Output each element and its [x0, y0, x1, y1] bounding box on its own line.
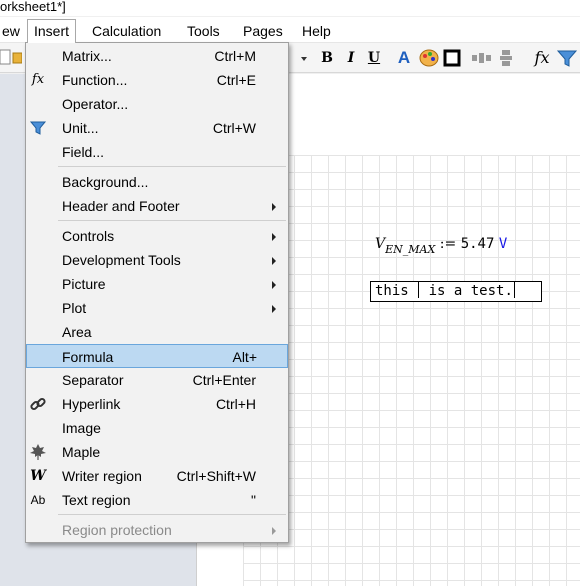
- insert-menu: Matrix... Ctrl+M fx Function... Ctrl+E O…: [25, 42, 289, 543]
- menu-help[interactable]: Help: [296, 20, 337, 42]
- page-icon[interactable]: [0, 48, 12, 68]
- menu-tools[interactable]: Tools: [181, 20, 226, 42]
- align-vertical-icon[interactable]: [496, 48, 516, 68]
- menu-item-shortcut: Ctrl+Enter: [192, 372, 256, 388]
- menu-item-shortcut: Ctrl+Shift+W: [176, 468, 256, 484]
- insert-function-button[interactable]: fx: [530, 48, 554, 68]
- unit-funnel-icon[interactable]: [556, 48, 578, 68]
- menu-separator: [58, 514, 286, 515]
- menu-item-plot[interactable]: Plot: [26, 296, 288, 320]
- menu-item-label: Operator...: [62, 96, 129, 112]
- menu-item-shortcut: ": [251, 492, 256, 508]
- folder-icon[interactable]: [12, 48, 23, 68]
- menu-item-label: Area: [62, 324, 92, 340]
- menu-separator: [58, 166, 286, 167]
- menu-item-label: Background...: [62, 174, 149, 190]
- menu-item-function[interactable]: fx Function... Ctrl+E: [26, 68, 288, 92]
- text-region-before: this: [375, 283, 418, 299]
- formula-variable: V: [375, 236, 386, 252]
- formula-unit: V: [498, 236, 508, 252]
- submenu-arrow-icon: [272, 257, 276, 265]
- formula-value: 5.47: [460, 236, 495, 252]
- palette-icon[interactable]: [418, 48, 440, 68]
- maple-leaf-icon: [29, 443, 47, 461]
- menu-item-separator[interactable]: Separator Ctrl+Enter: [26, 368, 288, 392]
- menu-item-label: Text region: [62, 492, 131, 508]
- formula-region[interactable]: VEN_MAX := 5.47 V: [375, 236, 508, 256]
- menu-item-label: Controls: [62, 228, 115, 244]
- menu-item-label: Function...: [62, 72, 128, 88]
- text-cursor: [418, 282, 420, 298]
- menu-item-formula[interactable]: Formula Alt+: [26, 344, 288, 368]
- writer-icon: W: [30, 468, 46, 484]
- menu-item-label: Separator: [62, 372, 124, 388]
- submenu-arrow-icon: [272, 527, 276, 535]
- underline-button[interactable]: U: [365, 48, 383, 68]
- menu-item-label: Field...: [62, 144, 105, 160]
- link-icon: [29, 395, 47, 413]
- menu-item-shortcut: Ctrl+W: [212, 120, 256, 136]
- menu-item-label: Writer region: [62, 468, 142, 484]
- menu-item-label: Unit...: [62, 120, 99, 136]
- bold-button[interactable]: B: [318, 48, 336, 68]
- menu-item-area[interactable]: Area: [26, 320, 288, 344]
- dropdown-arrow-icon[interactable]: [298, 48, 310, 68]
- formula-subscript: EN_MAX: [385, 243, 436, 256]
- menu-separator: [58, 220, 286, 221]
- menu-calculation[interactable]: Calculation: [86, 20, 167, 42]
- menu-item-label: Plot: [62, 300, 87, 316]
- menu-item-label: Formula: [62, 349, 114, 365]
- italic-button[interactable]: I: [342, 48, 360, 68]
- submenu-arrow-icon: [272, 203, 276, 211]
- menu-item-writer-region[interactable]: W Writer region Ctrl+Shift+W: [26, 464, 288, 488]
- menu-bar: ew Insert Calculation Tools Pages Help: [0, 17, 580, 43]
- menu-pages[interactable]: Pages: [237, 20, 289, 42]
- menu-item-image[interactable]: Image: [26, 416, 288, 440]
- submenu-arrow-icon: [272, 281, 276, 289]
- menu-item-shortcut: Ctrl+M: [214, 48, 256, 64]
- window-title: orksheet1*]: [0, 0, 580, 16]
- menu-item-hyperlink[interactable]: Hyperlink Ctrl+H: [26, 392, 288, 416]
- submenu-arrow-icon: [272, 233, 276, 241]
- menu-item-text-region[interactable]: Ab Text region ": [26, 488, 288, 512]
- menu-insert[interactable]: Insert: [27, 19, 77, 43]
- menu-item-unit[interactable]: Unit... Ctrl+W: [26, 116, 288, 140]
- menu-view[interactable]: ew: [0, 20, 26, 42]
- menu-item-label: Hyperlink: [62, 396, 121, 412]
- worksheet-grid[interactable]: [243, 155, 580, 586]
- funnel-icon: [29, 119, 47, 137]
- menu-item-shortcut: Alt+: [232, 349, 257, 365]
- menu-item-label: Maple: [62, 444, 101, 460]
- menu-item-controls[interactable]: Controls: [26, 224, 288, 248]
- submenu-arrow-icon: [272, 305, 276, 313]
- menu-item-operator[interactable]: Operator...: [26, 92, 288, 116]
- menu-item-label: Picture: [62, 276, 106, 292]
- function-icon: fx: [31, 72, 45, 87]
- menu-item-label: Region protection: [62, 522, 172, 538]
- text-region[interactable]: this is a test.: [370, 281, 542, 302]
- menu-item-shortcut: Ctrl+H: [215, 396, 256, 412]
- menu-item-maple[interactable]: Maple: [26, 440, 288, 464]
- menu-item-background[interactable]: Background...: [26, 170, 288, 194]
- text-region-icon: Ab: [30, 493, 46, 507]
- menu-item-shortcut: Ctrl+E: [216, 72, 256, 88]
- font-color-button[interactable]: A: [394, 48, 414, 68]
- border-icon[interactable]: [442, 48, 462, 68]
- menu-item-label: Matrix...: [62, 48, 112, 64]
- text-region-after: is a test.: [420, 283, 513, 299]
- menu-item-label: Image: [62, 420, 101, 436]
- menu-item-label: Header and Footer: [62, 198, 180, 214]
- menu-item-matrix[interactable]: Matrix... Ctrl+M: [26, 44, 288, 68]
- align-horizontal-icon[interactable]: [470, 48, 492, 68]
- formula-assign: :=: [439, 236, 457, 252]
- text-end-cursor: [513, 282, 515, 298]
- menu-item-field[interactable]: Field...: [26, 140, 288, 164]
- menu-item-label: Development Tools: [62, 252, 181, 268]
- menu-item-development-tools[interactable]: Development Tools: [26, 248, 288, 272]
- menu-item-region-protection: Region protection: [26, 518, 288, 542]
- menu-item-header-footer[interactable]: Header and Footer: [26, 194, 288, 218]
- menu-item-picture[interactable]: Picture: [26, 272, 288, 296]
